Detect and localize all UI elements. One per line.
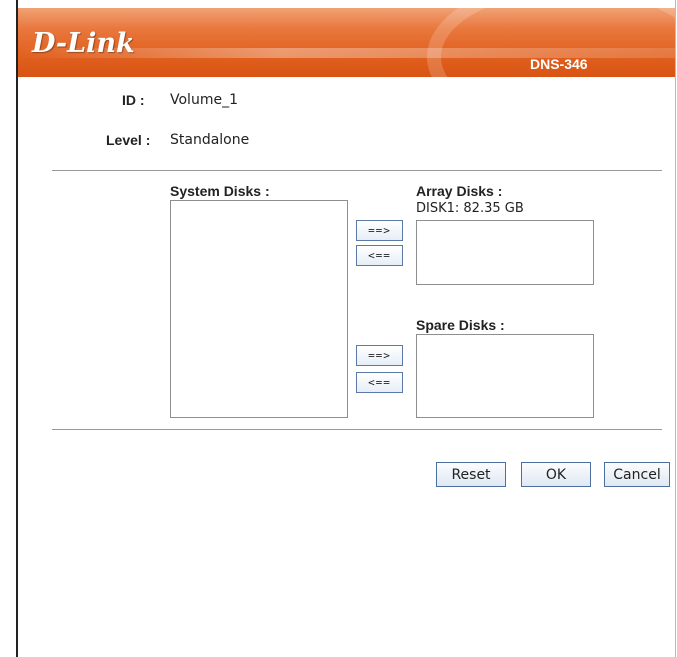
id-value: Volume_1 xyxy=(170,92,238,108)
level-label: Level : xyxy=(106,132,151,148)
reset-button[interactable]: Reset xyxy=(436,462,506,487)
remove-from-array-button[interactable]: <== xyxy=(356,245,403,266)
ok-button[interactable]: OK xyxy=(521,462,591,487)
dialog-frame: D-Link DNS-346 ID : Volume_1 Level : Sta… xyxy=(16,0,676,657)
cancel-button[interactable]: Cancel xyxy=(604,462,670,487)
add-to-spare-button[interactable]: ==> xyxy=(356,345,403,366)
spare-disks-label: Spare Disks : xyxy=(416,317,505,333)
id-label: ID : xyxy=(122,92,145,108)
system-disks-list[interactable] xyxy=(170,200,348,418)
level-value: Standalone xyxy=(170,132,250,148)
header-banner: D-Link DNS-346 xyxy=(18,8,675,77)
divider-bottom xyxy=(52,429,662,430)
array-disks-list[interactable] xyxy=(416,220,594,285)
remove-from-spare-button[interactable]: <== xyxy=(356,372,403,393)
spare-disks-list[interactable] xyxy=(416,334,594,418)
divider-top xyxy=(52,170,662,171)
array-disks-label: Array Disks : xyxy=(416,183,503,199)
model-name: DNS-346 xyxy=(530,56,588,72)
array-disk-item[interactable]: DISK1: 82.35 GB xyxy=(416,201,524,216)
system-disks-label: System Disks : xyxy=(170,183,270,199)
dlink-logo: D-Link xyxy=(32,28,135,59)
add-to-array-button[interactable]: ==> xyxy=(356,220,403,241)
